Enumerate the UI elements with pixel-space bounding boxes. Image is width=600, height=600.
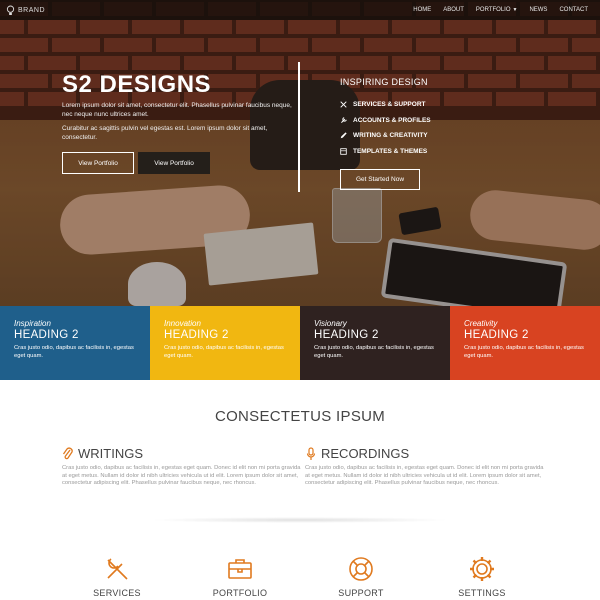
service-item[interactable]: SUPPORT — [316, 554, 406, 598]
hero-right-content: INSPIRING DESIGN SERVICES & SUPPORT ACCO… — [340, 77, 540, 190]
feature-item: ACCOUNTS & PROFILES — [340, 113, 540, 129]
pencil-icon — [340, 132, 347, 139]
service-item[interactable]: SETTINGS — [437, 554, 527, 598]
nav-menu: HOME ABOUT PORTFOLIO ▼ NEWS CONTACT — [407, 7, 594, 13]
column-heading-label: WRITINGS — [78, 446, 143, 461]
hero-title: S2 DESIGNS — [62, 71, 212, 98]
service-item[interactable]: PORTFOLIO — [195, 554, 285, 598]
gear-icon — [470, 557, 494, 581]
paperclip-icon — [62, 446, 73, 459]
section-title: CONSECTETUS IPSUM — [214, 408, 386, 425]
nav-label: HOME — [413, 7, 432, 13]
box-subtitle: Inspiration — [14, 319, 51, 328]
feature-box-inspiration: Inspiration HEADING 2 Cras justo odio, d… — [0, 306, 150, 380]
box-subtitle: Creativity — [464, 319, 498, 328]
feature-label: ACCOUNTS & PROFILES — [353, 116, 431, 124]
box-heading: HEADING 2 — [14, 329, 79, 341]
view-portfolio-button[interactable]: View Portfolio — [62, 152, 134, 174]
brand-logo[interactable]: BRAND — [6, 5, 45, 16]
hero-buttons: View Portfolio View Portfolio — [62, 152, 292, 174]
feature-item: TEMPLATES & THEMES — [340, 144, 540, 160]
microphone-icon — [306, 446, 316, 460]
feature-label: TEMPLATES & THEMES — [353, 147, 428, 155]
box-subtitle: Innovation — [164, 319, 201, 328]
nav-about[interactable]: ABOUT — [437, 7, 470, 13]
get-started-button[interactable]: Get Started Now — [340, 169, 420, 190]
feature-box-innovation: Innovation HEADING 2 Cras justo odio, da… — [150, 306, 300, 380]
feature-boxes: Inspiration HEADING 2 Cras justo odio, d… — [0, 306, 600, 380]
service-label: SERVICES — [93, 588, 141, 598]
feature-box-creativity: Creativity HEADING 2 Cras justo odio, da… — [450, 306, 600, 380]
writings-column: WRITINGS Cras justo odio, dapibus ac fac… — [62, 446, 302, 488]
service-label: SUPPORT — [338, 588, 384, 598]
box-text: Cras justo odio, dapibus ac facilisis in… — [14, 345, 134, 359]
nav-news[interactable]: NEWS — [523, 7, 553, 13]
hero-paragraph: Curabitur ac sagittis pulvin vel egestas… — [62, 125, 268, 141]
briefcase-icon — [228, 559, 252, 579]
nav-label: NEWS — [529, 7, 548, 13]
tools-icon — [107, 558, 128, 580]
nav-portfolio-dropdown[interactable]: PORTFOLIO ▼ — [470, 7, 524, 13]
feature-box-visionary: Visionary HEADING 2 Cras justo odio, dap… — [300, 306, 450, 380]
service-label: PORTFOLIO — [212, 588, 268, 598]
service-label: SETTINGS — [458, 588, 506, 598]
feature-item: WRITING & CREATIVITY — [340, 128, 540, 144]
nav-contact[interactable]: CONTACT — [553, 7, 594, 13]
view-portfolio-button-dark[interactable]: View Portfolio — [138, 152, 210, 174]
nav-label: CONTACT — [559, 7, 588, 13]
box-heading: HEADING 2 — [164, 329, 229, 341]
recordings-column: RECORDINGS Cras justo odio, dapibus ac f… — [305, 446, 545, 488]
feature-label: SERVICES & SUPPORT — [353, 101, 426, 109]
template-icon — [340, 148, 347, 155]
hero-paragraph: Lorem ipsum dolor sit amet, consectetur … — [62, 102, 292, 118]
navbar: BRAND HOME ABOUT PORTFOLIO ▼ NEWS CONTACT — [0, 0, 600, 20]
caret-down-icon: ▼ — [512, 7, 518, 13]
box-heading: HEADING 2 — [464, 329, 529, 341]
box-text: Cras justo odio, dapibus ac facilisis in… — [314, 345, 434, 359]
hero-divider — [298, 62, 300, 192]
feature-label: WRITING & CREATIVITY — [353, 132, 428, 140]
hero-section: S2 DESIGNS Lorem ipsum dolor sit amet, c… — [0, 0, 600, 306]
lightbulb-icon — [6, 5, 15, 15]
column-text: Cras justo odio, dapibus ac facilisis in… — [62, 465, 301, 486]
column-text: Cras justo odio, dapibus ac facilisis in… — [305, 465, 544, 486]
column-heading: WRITINGS — [62, 446, 302, 461]
nav-home[interactable]: HOME — [407, 7, 437, 13]
box-heading: HEADING 2 — [314, 329, 379, 341]
nav-label: ABOUT — [443, 7, 464, 13]
box-text: Cras justo odio, dapibus ac facilisis in… — [464, 345, 584, 359]
inspiring-title: INSPIRING DESIGN — [340, 77, 428, 87]
feature-item: SERVICES & SUPPORT — [340, 97, 540, 113]
column-heading-label: RECORDINGS — [321, 446, 410, 461]
column-heading: RECORDINGS — [305, 446, 545, 461]
service-item[interactable]: SERVICES — [72, 554, 162, 598]
tools-icon — [340, 101, 347, 108]
hero-left-content: S2 DESIGNS Lorem ipsum dolor sit amet, c… — [62, 72, 292, 174]
box-subtitle: Visionary — [314, 319, 347, 328]
brand-label: BRAND — [18, 6, 46, 14]
section-divider — [150, 517, 450, 523]
lifebuoy-icon — [349, 557, 373, 581]
wrench-icon — [341, 116, 347, 123]
nav-label: PORTFOLIO — [475, 7, 511, 13]
box-text: Cras justo odio, dapibus ac facilisis in… — [164, 345, 284, 359]
